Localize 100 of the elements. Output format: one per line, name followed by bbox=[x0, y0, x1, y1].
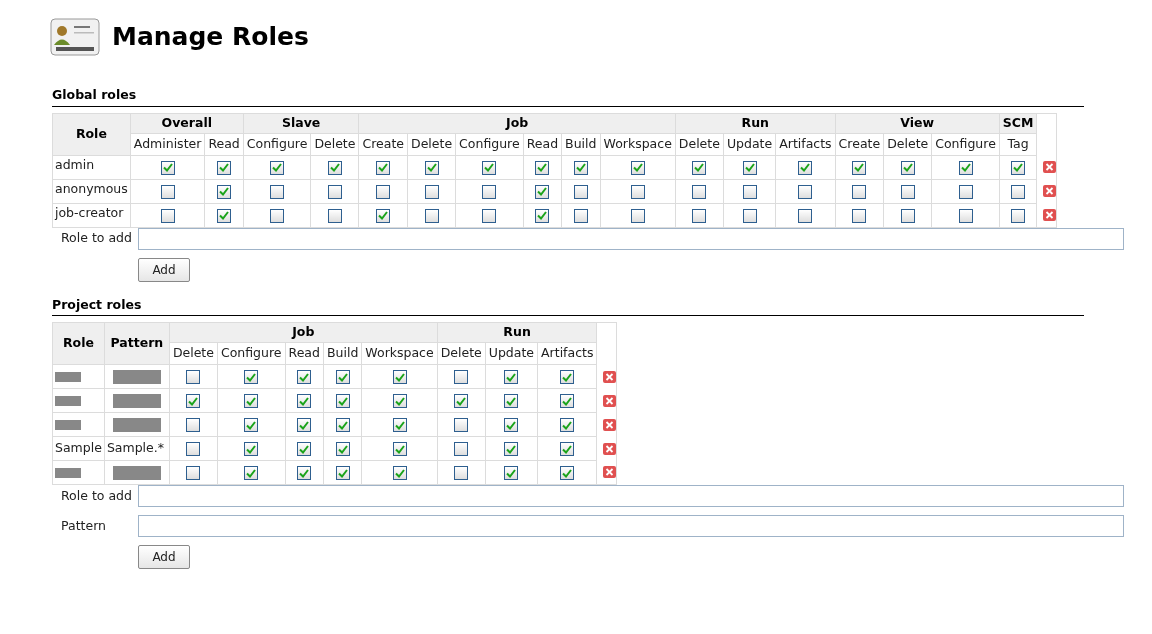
checkbox[interactable] bbox=[573, 160, 588, 175]
checkbox[interactable] bbox=[630, 160, 645, 175]
checkbox[interactable] bbox=[852, 208, 867, 223]
delete-icon[interactable] bbox=[1043, 185, 1057, 197]
checkbox[interactable] bbox=[160, 208, 175, 223]
checkbox[interactable] bbox=[217, 208, 232, 223]
checkbox[interactable] bbox=[160, 184, 175, 199]
checkbox[interactable] bbox=[327, 208, 342, 223]
checkbox[interactable] bbox=[297, 370, 312, 384]
delete-icon[interactable] bbox=[603, 418, 617, 431]
checkbox[interactable] bbox=[573, 208, 588, 223]
checkbox[interactable] bbox=[392, 466, 407, 480]
delete-icon[interactable] bbox=[603, 466, 617, 479]
checkbox[interactable] bbox=[454, 418, 469, 432]
checkbox[interactable] bbox=[454, 466, 469, 480]
checkbox[interactable] bbox=[376, 160, 391, 175]
checkbox[interactable] bbox=[186, 394, 201, 408]
checkbox[interactable] bbox=[186, 442, 201, 456]
checkbox[interactable] bbox=[692, 184, 707, 199]
checkbox[interactable] bbox=[958, 160, 973, 175]
text-field[interactable] bbox=[138, 227, 1124, 250]
checkbox[interactable] bbox=[504, 466, 519, 480]
checkbox[interactable] bbox=[392, 442, 407, 456]
checkbox[interactable] bbox=[376, 184, 391, 199]
checkbox[interactable] bbox=[692, 208, 707, 223]
checkbox[interactable] bbox=[1011, 160, 1026, 175]
checkbox[interactable] bbox=[958, 184, 973, 199]
delete-icon[interactable] bbox=[1043, 208, 1057, 221]
checkbox[interactable] bbox=[244, 442, 259, 456]
checkbox[interactable] bbox=[335, 442, 350, 456]
checkbox[interactable] bbox=[482, 184, 497, 199]
checkbox[interactable] bbox=[560, 418, 575, 432]
delete-icon[interactable] bbox=[1043, 161, 1057, 173]
checkbox[interactable] bbox=[742, 184, 757, 199]
checkbox[interactable] bbox=[504, 442, 519, 456]
checkbox[interactable] bbox=[482, 160, 497, 175]
checkbox[interactable] bbox=[335, 418, 350, 432]
checkbox[interactable] bbox=[742, 208, 757, 223]
checkbox[interactable] bbox=[573, 184, 588, 199]
checkbox[interactable] bbox=[160, 160, 175, 175]
checkbox[interactable] bbox=[270, 184, 285, 199]
checkbox[interactable] bbox=[798, 160, 813, 175]
text-field[interactable] bbox=[138, 485, 1124, 507]
checkbox[interactable] bbox=[454, 370, 469, 384]
checkbox[interactable] bbox=[244, 466, 259, 480]
add-button[interactable]: Add bbox=[138, 545, 190, 569]
checkbox[interactable] bbox=[335, 394, 350, 408]
delete-icon[interactable] bbox=[603, 370, 617, 383]
checkbox[interactable] bbox=[630, 184, 645, 199]
checkbox[interactable] bbox=[327, 184, 342, 199]
checkbox[interactable] bbox=[376, 208, 391, 223]
checkbox[interactable] bbox=[297, 394, 312, 408]
checkbox[interactable] bbox=[297, 466, 312, 480]
checkbox[interactable] bbox=[217, 160, 232, 175]
checkbox[interactable] bbox=[482, 208, 497, 223]
checkbox[interactable] bbox=[900, 160, 915, 175]
checkbox[interactable] bbox=[297, 442, 312, 456]
checkbox[interactable] bbox=[335, 466, 350, 480]
checkbox[interactable] bbox=[424, 184, 439, 199]
text-field[interactable] bbox=[138, 515, 1124, 537]
checkbox[interactable] bbox=[335, 370, 350, 384]
checkbox[interactable] bbox=[1011, 184, 1026, 199]
checkbox[interactable] bbox=[900, 184, 915, 199]
checkbox[interactable] bbox=[186, 418, 201, 432]
checkbox[interactable] bbox=[424, 208, 439, 223]
checkbox[interactable] bbox=[327, 160, 342, 175]
checkbox[interactable] bbox=[1011, 208, 1026, 223]
checkbox[interactable] bbox=[958, 208, 973, 223]
checkbox[interactable] bbox=[392, 370, 407, 384]
checkbox[interactable] bbox=[392, 394, 407, 408]
checkbox[interactable] bbox=[270, 160, 285, 175]
checkbox[interactable] bbox=[560, 442, 575, 456]
checkbox[interactable] bbox=[852, 184, 867, 199]
add-button[interactable]: Add bbox=[138, 257, 190, 282]
checkbox[interactable] bbox=[392, 418, 407, 432]
checkbox[interactable] bbox=[186, 466, 201, 480]
checkbox[interactable] bbox=[798, 208, 813, 223]
checkbox[interactable] bbox=[535, 160, 550, 175]
checkbox[interactable] bbox=[742, 160, 757, 175]
checkbox[interactable] bbox=[244, 418, 259, 432]
checkbox[interactable] bbox=[560, 466, 575, 480]
checkbox[interactable] bbox=[297, 418, 312, 432]
checkbox[interactable] bbox=[270, 208, 285, 223]
checkbox[interactable] bbox=[454, 394, 469, 408]
checkbox[interactable] bbox=[900, 208, 915, 223]
checkbox[interactable] bbox=[217, 184, 232, 199]
checkbox[interactable] bbox=[504, 370, 519, 384]
checkbox[interactable] bbox=[535, 184, 550, 199]
checkbox[interactable] bbox=[630, 208, 645, 223]
checkbox[interactable] bbox=[244, 394, 259, 408]
delete-icon[interactable] bbox=[603, 442, 617, 455]
checkbox[interactable] bbox=[852, 160, 867, 175]
checkbox[interactable] bbox=[560, 394, 575, 408]
checkbox[interactable] bbox=[504, 418, 519, 432]
checkbox[interactable] bbox=[504, 394, 519, 408]
checkbox[interactable] bbox=[244, 370, 259, 384]
checkbox[interactable] bbox=[535, 208, 550, 223]
checkbox[interactable] bbox=[560, 370, 575, 384]
checkbox[interactable] bbox=[692, 160, 707, 175]
delete-icon[interactable] bbox=[603, 394, 617, 407]
